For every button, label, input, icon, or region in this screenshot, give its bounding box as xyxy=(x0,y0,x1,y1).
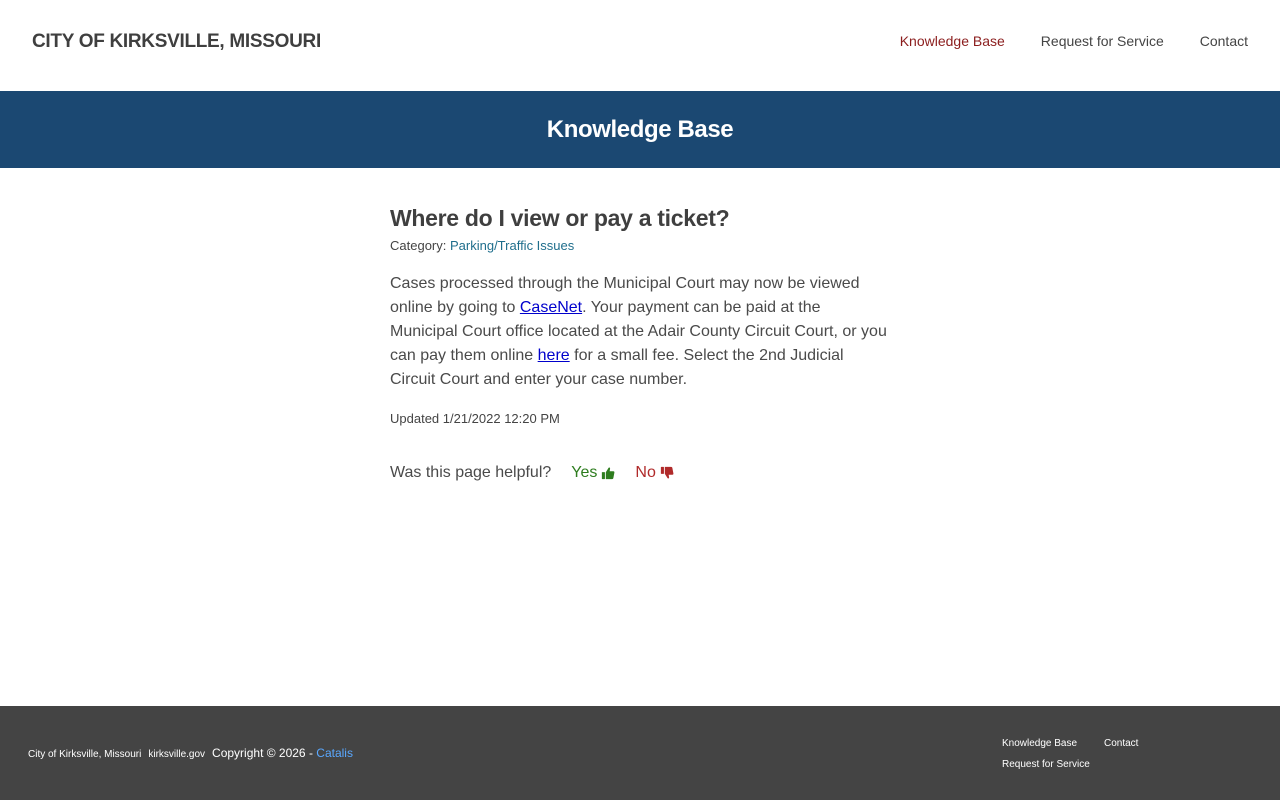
thumbs-up-icon xyxy=(602,467,615,480)
copyright-text: Copyright © 2026 - xyxy=(212,746,317,760)
site-title[interactable]: CITY OF KIRKSVILLE, MISSOURI xyxy=(32,31,321,53)
nav-knowledge-base[interactable]: Knowledge Base xyxy=(900,33,1005,49)
pay-online-link[interactable]: here xyxy=(538,347,570,364)
updated-timestamp: Updated 1/21/2022 12:20 PM xyxy=(390,411,560,426)
footer-info: City of Kirksville, Missouri kirksville.… xyxy=(28,746,353,760)
helpful-question: Was this page helpful? xyxy=(390,464,552,481)
footer-city-name: City of Kirksville, Missouri xyxy=(28,749,142,760)
banner-title: Knowledge Base xyxy=(546,115,734,143)
footer-nav-request-for-service[interactable]: Request for Service xyxy=(1002,759,1090,770)
nav-contact[interactable]: Contact xyxy=(1200,33,1248,49)
article: Where do I view or pay a ticket? Categor… xyxy=(390,203,890,484)
footer-domain: kirksville.gov xyxy=(148,749,206,760)
yes-label: Yes xyxy=(571,464,598,481)
thumbs-down-icon xyxy=(660,466,674,479)
site-header: CITY OF KIRKSVILLE, MISSOURI Knowledge B… xyxy=(0,0,1280,91)
yes-button[interactable]: Yes xyxy=(571,462,615,484)
category-link[interactable]: Parking/Traffic Issues xyxy=(450,238,574,253)
article-body: Cases processed through the Municipal Co… xyxy=(390,272,890,392)
casenet-link[interactable]: CaseNet xyxy=(520,299,582,316)
helpful-feedback: Was this page helpful? Yes No xyxy=(390,462,890,484)
page-banner: Knowledge Base xyxy=(0,91,1280,168)
footer-nav-knowledge-base[interactable]: Knowledge Base xyxy=(1002,738,1077,749)
article-title: Where do I view or pay a ticket? xyxy=(390,205,730,231)
nav-request-for-service[interactable]: Request for Service xyxy=(1041,33,1164,49)
footer-nav-contact[interactable]: Contact xyxy=(1104,738,1138,749)
site-footer: City of Kirksville, Missouri kirksville.… xyxy=(0,706,1280,800)
top-nav: Knowledge Base Request for Service Conta… xyxy=(900,33,1248,49)
page: CITY OF KIRKSVILLE, MISSOURI Knowledge B… xyxy=(0,0,1280,800)
article-category: Category: Parking/Traffic Issues xyxy=(390,237,890,255)
no-label: No xyxy=(635,464,656,481)
footer-copyright: Copyright © 2026 - Catalis xyxy=(212,746,353,760)
category-prefix: Category: xyxy=(390,238,450,253)
no-button[interactable]: No xyxy=(635,462,674,484)
vendor-link[interactable]: Catalis xyxy=(316,746,353,760)
